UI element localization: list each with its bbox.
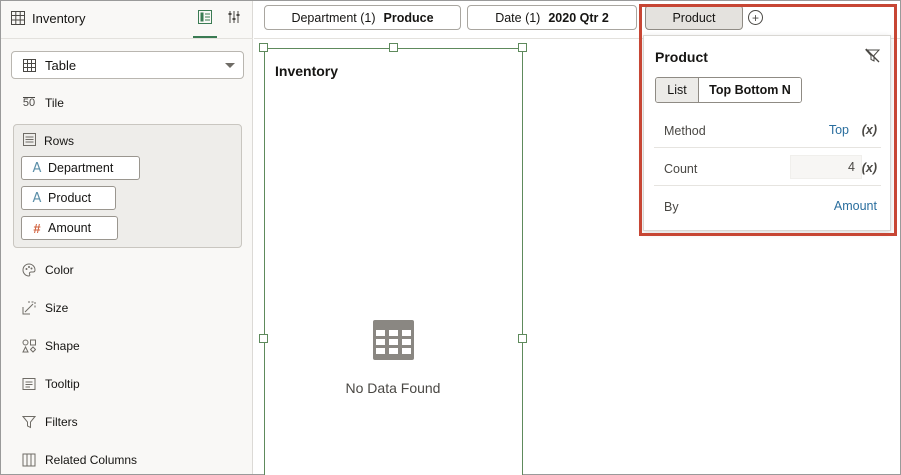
grammar-icon	[198, 10, 212, 24]
data-panel: Inventory Table 50 Tile Rows A Departmen…	[1, 1, 253, 474]
resize-handle-nw[interactable]	[259, 43, 268, 52]
related-columns-label: Related Columns	[45, 453, 138, 467]
grammar-tab[interactable]	[193, 5, 217, 38]
tooltip-section[interactable]: Tooltip	[21, 374, 80, 394]
row-pill-amount[interactable]: # Amount	[21, 216, 118, 240]
row-pill-department[interactable]: A Department	[21, 156, 140, 180]
viz-type-label: Table	[45, 58, 77, 73]
tooltip-label: Tooltip	[45, 377, 80, 391]
attribute-icon: A	[32, 160, 42, 176]
sliders-icon	[228, 11, 240, 23]
color-section[interactable]: Color	[21, 260, 74, 280]
resize-handle-e[interactable]	[518, 334, 527, 343]
properties-tab[interactable]	[227, 10, 241, 27]
pill-label: Amount	[48, 221, 92, 235]
chevron-down-icon	[225, 63, 235, 68]
tile-icon: 50	[22, 97, 36, 109]
rows-icon	[23, 133, 36, 149]
filters-label: Filters	[45, 415, 78, 429]
filter-chip-date[interactable]: Date (1) 2020 Qtr 2	[467, 5, 637, 30]
chip-value: 2020 Qtr 2	[548, 10, 609, 25]
pill-label: Department	[48, 161, 114, 175]
tile-label: Tile	[45, 96, 64, 110]
table-visualization[interactable]: Inventory	[264, 48, 523, 475]
table-icon	[23, 59, 36, 75]
resize-handle-ne[interactable]	[518, 43, 527, 52]
tooltip-icon	[21, 376, 37, 392]
resize-icon	[21, 300, 37, 316]
rows-header: Rows	[23, 133, 74, 149]
chip-value: Produce	[383, 10, 434, 25]
size-label: Size	[45, 301, 69, 315]
shape-section[interactable]: Shape	[21, 336, 80, 356]
palette-icon	[21, 262, 37, 278]
viz-title: Inventory	[275, 63, 339, 79]
related-columns-section[interactable]: Related Columns	[21, 450, 137, 470]
size-section[interactable]: Size	[21, 298, 68, 318]
tile-section[interactable]: 50 Tile	[21, 93, 64, 113]
attribute-icon: A	[32, 190, 42, 206]
filters-section[interactable]: Filters	[21, 412, 78, 432]
table-placeholder-icon	[373, 320, 414, 363]
measure-icon: #	[33, 220, 41, 236]
panel-header: Inventory	[1, 1, 253, 39]
chip-name: Department (1)	[291, 10, 376, 25]
shape-label: Shape	[45, 339, 80, 353]
table-icon	[11, 11, 25, 28]
columns-icon	[21, 452, 37, 468]
data-source-label[interactable]: Inventory	[32, 11, 85, 26]
no-data-message: No Data Found	[345, 380, 441, 396]
pill-label: Product	[48, 191, 92, 205]
resize-handle-n[interactable]	[389, 43, 398, 52]
filter-icon	[21, 414, 37, 430]
filter-chip-department[interactable]: Department (1) Produce	[264, 5, 461, 30]
chip-name: Date (1)	[495, 10, 541, 25]
resize-handle-w[interactable]	[259, 334, 268, 343]
viz-type-select[interactable]: Table	[11, 51, 244, 79]
color-label: Color	[45, 263, 74, 277]
shapes-icon	[21, 338, 37, 354]
callout-highlight-box	[639, 4, 897, 236]
rows-label: Rows	[44, 134, 75, 148]
row-pill-product[interactable]: A Product	[21, 186, 116, 210]
